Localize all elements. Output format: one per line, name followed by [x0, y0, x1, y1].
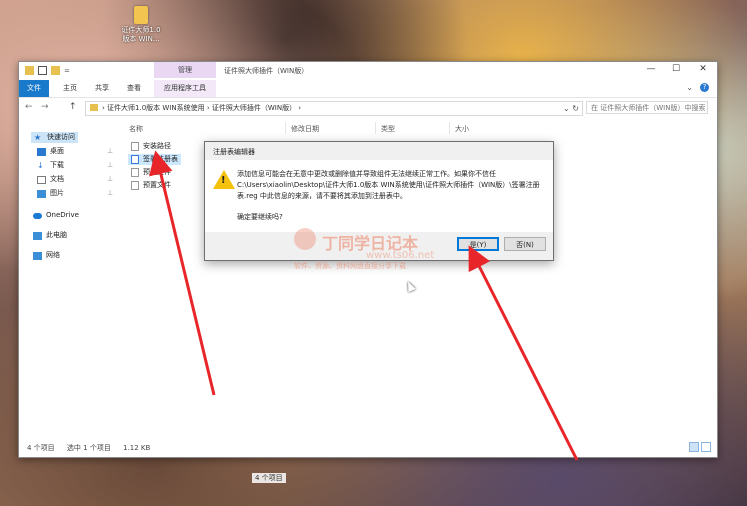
pin-icon: ⊥ [107, 147, 114, 155]
registry-file-icon [131, 155, 139, 164]
address-row: ← → ↑ › 证件大师1.0版本 WIN系统使用 › 证件照大师插件（WIN版… [19, 98, 717, 118]
yes-button[interactable]: 是(Y) [457, 237, 499, 251]
dialog-message: 添加信息可能会在无意中更改或删除值并导致组件无法继续正常工作。如果你不信任 C:… [237, 170, 540, 200]
tab-home[interactable]: 主页 [59, 80, 81, 97]
sidebar-item-label: 此电脑 [46, 231, 67, 239]
dialog-body: ! 添加信息可能会在无意中更改或删除值并导致组件无法继续正常工作。如果你不信任 … [205, 160, 553, 232]
sidebar-item-label: 网络 [46, 251, 60, 259]
status-bar: 4 个项目 选中 1 个项目 1.12 KB [27, 443, 160, 453]
maximize-button[interactable]: ☐ [665, 64, 687, 74]
up-button[interactable]: ↑ [69, 102, 77, 112]
sidebar-item-label: OneDrive [46, 211, 79, 219]
dialog-question: 确定要继续吗? [237, 213, 283, 221]
pin-icon: ⊥ [107, 175, 114, 183]
warning-icon: ! [213, 170, 235, 189]
no-button[interactable]: 否(N) [504, 237, 546, 251]
sidebar-item-documents[interactable]: 文档 ⊥ [37, 174, 113, 185]
pictures-icon [37, 189, 46, 198]
desktop-icon [37, 147, 46, 156]
list-item[interactable]: 预置文件 [128, 180, 174, 191]
sidebar-item-quick-access[interactable]: ★ 快速访问 [31, 132, 78, 143]
breadcrumb: › 证件大师1.0版本 WIN系统使用 › 证件照大师插件（WIN版） › [102, 104, 302, 112]
column-divider[interactable] [375, 122, 376, 134]
file-icon [131, 181, 139, 190]
tab-manage[interactable]: 管理 [154, 62, 216, 78]
close-button[interactable]: ✕ [692, 64, 714, 74]
tab-share[interactable]: 共享 [91, 80, 113, 97]
file-name: 预置文件 [143, 181, 171, 189]
background-window-status: 4 个项目 [252, 473, 286, 483]
selected-count: 选中 1 个项目 [66, 444, 111, 452]
details-view-icon[interactable] [689, 442, 699, 452]
folder-icon[interactable] [25, 66, 34, 75]
sidebar-item-label: 文档 [50, 175, 64, 183]
star-icon: ★ [34, 132, 42, 142]
list-item[interactable]: 预置文件 [128, 167, 174, 178]
sidebar-item-network[interactable]: 网络 [33, 250, 60, 261]
search-input[interactable]: 在 证件照大师插件（WIN版）中搜索 [586, 101, 708, 114]
customize-arrow[interactable]: = [64, 67, 70, 75]
folder-icon [90, 104, 98, 111]
file-icon [131, 142, 139, 151]
desktop-icon-label: 证件大师1.0 版本 WIN... [121, 26, 161, 43]
computer-icon [33, 231, 42, 240]
sidebar-item-desktop[interactable]: 桌面 ⊥ [37, 146, 113, 157]
sidebar-item-label: 桌面 [50, 147, 64, 155]
dialog-title: 注册表编辑器 [213, 148, 255, 156]
column-divider[interactable] [285, 122, 286, 134]
column-header-size[interactable]: 大小 [455, 124, 469, 134]
tab-file[interactable]: 文件 [19, 80, 49, 97]
ribbon-expand-icon[interactable]: ⌄ [686, 83, 693, 92]
selected-size: 1.12 KB [123, 444, 151, 452]
quick-access-toolbar: = [25, 66, 70, 75]
network-icon [33, 251, 42, 260]
column-divider[interactable] [449, 122, 450, 134]
view-toggle [689, 442, 711, 452]
file-name: 签署注册表 [143, 155, 178, 163]
window-title: 证件照大师插件（WIN版） [224, 67, 309, 75]
sidebar-item-label: 图片 [50, 189, 64, 197]
folder-icon [134, 6, 148, 24]
list-item[interactable]: 安装路径 [128, 141, 174, 152]
cloud-icon [33, 212, 42, 219]
sidebar-item-pictures[interactable]: 图片 ⊥ [37, 188, 113, 199]
download-icon: ↓ [37, 160, 44, 170]
pin-icon: ⊥ [107, 161, 114, 169]
back-button[interactable]: ← [25, 102, 33, 112]
document-icon [37, 175, 46, 184]
list-item[interactable]: 签署注册表 [128, 154, 181, 165]
registry-editor-dialog: 注册表编辑器 ! 添加信息可能会在无意中更改或删除值并导致组件无法继续正常工作。… [204, 141, 554, 261]
sidebar-item-downloads[interactable]: ↓ 下载 ⊥ [37, 160, 113, 171]
pin-icon: ⊥ [107, 189, 114, 197]
sidebar-item-this-pc[interactable]: 此电脑 [33, 230, 67, 241]
navigation-pane: ★ 快速访问 桌面 ⊥ ↓ 下载 ⊥ 文档 ⊥ 图片 ⊥ OneDrive 此电… [19, 120, 123, 440]
sidebar-item-onedrive[interactable]: OneDrive [33, 210, 79, 221]
column-header-name[interactable]: 名称 [129, 124, 143, 134]
desktop-folder-icon[interactable]: 证件大师1.0 版本 WIN... [118, 6, 164, 44]
ribbon-tabs: 文件 主页 共享 查看 应用程序工具 ⌄ ? [19, 80, 717, 98]
file-name: 预置文件 [143, 168, 171, 176]
file-icon [131, 168, 139, 177]
minimize-button[interactable]: — [640, 64, 662, 74]
file-name: 安装路径 [143, 142, 171, 150]
new-folder-icon[interactable] [51, 66, 60, 75]
help-icon[interactable]: ? [700, 83, 709, 92]
properties-icon[interactable] [38, 66, 47, 75]
title-bar: = 管理 证件照大师插件（WIN版） — ☐ ✕ [19, 62, 717, 80]
address-bar[interactable]: › 证件大师1.0版本 WIN系统使用 › 证件照大师插件（WIN版） › ⌄ … [85, 101, 583, 116]
forward-button[interactable]: → [41, 102, 49, 112]
sidebar-item-label: 下载 [50, 161, 64, 169]
sidebar-item-label: 快速访问 [47, 133, 75, 141]
column-header-type[interactable]: 类型 [381, 124, 395, 134]
large-icons-view-icon[interactable] [701, 442, 711, 452]
item-count: 4 个项目 [27, 444, 55, 452]
tab-view[interactable]: 查看 [123, 80, 145, 97]
column-header-date[interactable]: 修改日期 [291, 124, 319, 134]
address-dropdown-refresh[interactable]: ⌄ ↻ [563, 102, 579, 115]
tab-application-tools[interactable]: 应用程序工具 [154, 80, 216, 97]
